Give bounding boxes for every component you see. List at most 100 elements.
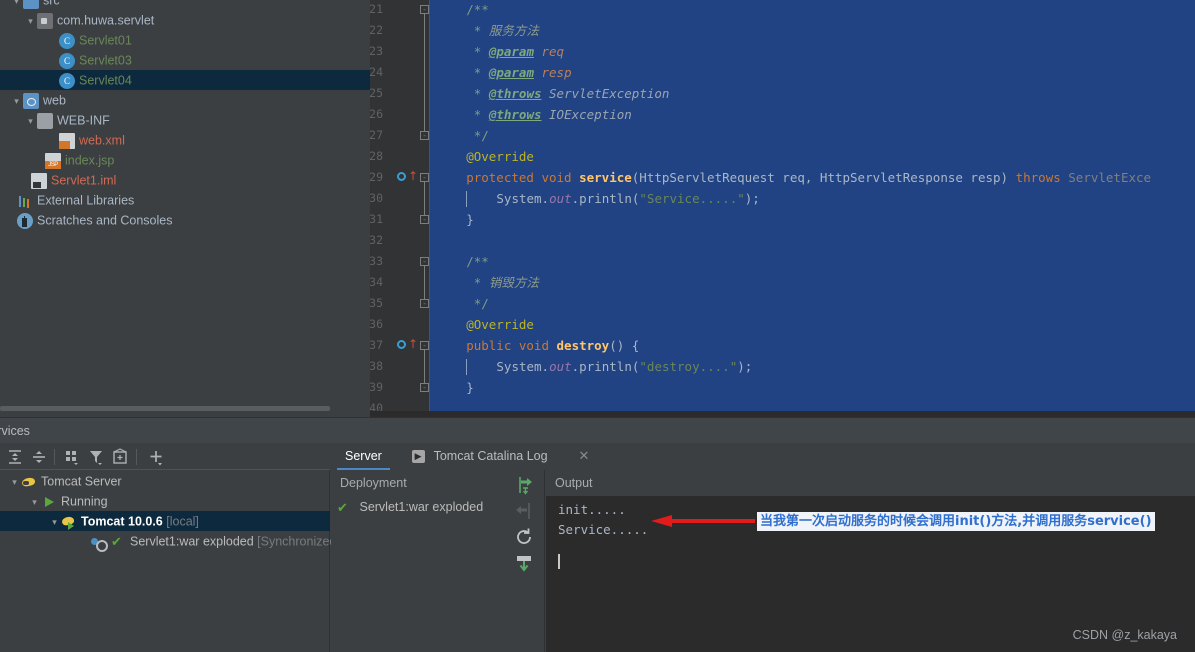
code-fold-toggle[interactable]: - xyxy=(420,341,429,350)
code-token: ServletException xyxy=(541,86,670,101)
code-line[interactable]: /** xyxy=(466,0,489,20)
code-token: @throws xyxy=(488,107,542,122)
code-token: * xyxy=(473,23,489,38)
chevron-down-icon[interactable]: ▾ xyxy=(48,512,61,532)
services-tree-item[interactable]: ▾ Tomcat Server xyxy=(0,471,330,491)
redeploy-icon[interactable] xyxy=(513,526,535,548)
code-line[interactable]: System.out.println("Service....."); xyxy=(496,188,759,209)
code-line[interactable]: * @param req xyxy=(474,41,564,62)
code-token: out xyxy=(549,191,572,206)
services-tree[interactable]: ▾ Tomcat Server ▾ Running ▾ Tomcat 10.0.6 [lo… xyxy=(0,471,340,552)
code-line[interactable]: public void destroy() { xyxy=(466,335,639,356)
line-number: 28 xyxy=(370,149,383,163)
code-fold-toggle[interactable]: - xyxy=(420,383,429,392)
add-service-icon[interactable] xyxy=(146,447,166,467)
services-tree-item-label: Running xyxy=(61,494,108,509)
line-number: 27 xyxy=(370,128,383,142)
toolbar-separator-2 xyxy=(136,449,137,465)
code-fold-toggle[interactable]: - xyxy=(420,5,429,14)
project-tree-item[interactable]: ▾ src xyxy=(0,0,370,10)
chevron-down-icon[interactable]: ▾ xyxy=(24,111,37,131)
code-line[interactable]: */ xyxy=(474,125,489,146)
project-tree-item-label: External Libraries xyxy=(37,193,135,208)
code-token: @Override xyxy=(466,149,534,164)
services-tree-item[interactable]: ▾ Tomcat 10.0.6 [local] xyxy=(0,511,330,531)
project-tree-item[interactable]: ▾ web xyxy=(0,90,370,110)
line-number: 29 xyxy=(370,170,383,184)
code-token: @param xyxy=(488,44,534,59)
code-line[interactable]: * 销毁方法 xyxy=(474,272,539,293)
code-token: .println( xyxy=(571,191,640,206)
code-fold-toggle[interactable]: - xyxy=(420,131,429,140)
code-line[interactable]: protected void service(HttpServletReques… xyxy=(466,167,1151,188)
services-tree-item-label: Servlet1:war exploded xyxy=(130,534,254,549)
code-fold-toggle[interactable]: - xyxy=(420,299,429,308)
services-tab-server[interactable]: Server xyxy=(337,443,390,470)
override-method-icon[interactable] xyxy=(397,172,406,181)
project-tree-item[interactable]: index.jsp xyxy=(0,150,370,170)
project-tool-window[interactable]: ▾ src ▾ com.huwa.servlet C Servlet01 C Servlet0… xyxy=(0,0,370,411)
project-tree-item[interactable]: Scratches and Consoles xyxy=(0,210,370,230)
code-line[interactable]: * @throws ServletException xyxy=(474,83,670,104)
code-token: ServletExce xyxy=(1060,170,1152,185)
close-icon[interactable]: ✕ xyxy=(579,443,590,469)
line-number: 39 xyxy=(370,380,383,394)
line-number: 31 xyxy=(370,212,383,226)
expand-all-icon[interactable] xyxy=(5,447,25,467)
project-tree-item[interactable]: C Servlet01 xyxy=(0,30,370,50)
code-token: .println( xyxy=(571,359,640,374)
code-line[interactable]: * @param resp xyxy=(474,62,572,83)
watermark: CSDN @z_kakaya xyxy=(1072,628,1177,642)
project-tree-item[interactable]: ▾ WEB-INF xyxy=(0,110,370,130)
code-line[interactable]: */ xyxy=(474,293,489,314)
services-tool-window-header: Services xyxy=(0,417,1195,443)
show-configurations-icon[interactable] xyxy=(110,447,130,467)
project-tree-item[interactable]: C Servlet03 xyxy=(0,50,370,70)
folder-blue-icon xyxy=(23,0,39,9)
project-tree-item[interactable]: ▾ com.huwa.servlet xyxy=(0,10,370,30)
code-fold-toggle[interactable]: - xyxy=(420,215,429,224)
override-method-icon[interactable] xyxy=(397,340,406,349)
chevron-down-icon[interactable]: ▾ xyxy=(10,91,23,111)
code-line[interactable]: * @throws IOException xyxy=(474,104,632,125)
chevron-down-icon[interactable]: ▾ xyxy=(28,492,41,512)
line-number: 21 xyxy=(370,2,383,16)
code-text-area[interactable]: /** * 服务方法 * @param req * @param resp * @thr… xyxy=(430,0,1195,411)
filter-icon[interactable] xyxy=(86,447,106,467)
project-tree-item[interactable]: External Libraries xyxy=(0,190,370,210)
group-by-icon[interactable] xyxy=(62,447,82,467)
project-tree-item[interactable]: web.xml xyxy=(0,130,370,150)
chevron-down-icon[interactable]: ▾ xyxy=(8,472,21,492)
code-line[interactable]: } xyxy=(466,209,474,230)
collapse-all-icon[interactable] xyxy=(29,447,49,467)
code-line[interactable]: System.out.println("destroy...."); xyxy=(496,356,752,377)
code-token: (HttpServletRequest req, HttpServletResp… xyxy=(631,170,1016,185)
chevron-down-icon[interactable]: ▾ xyxy=(24,11,37,31)
code-line[interactable]: @Override xyxy=(466,314,534,335)
artifact-icon xyxy=(91,534,108,552)
code-fold-toggle[interactable]: - xyxy=(420,173,429,182)
code-line[interactable]: * 服务方法 xyxy=(474,20,539,41)
project-tree-item[interactable]: C Servlet04 xyxy=(0,70,370,90)
folder-icon xyxy=(37,112,53,129)
line-number: 33 xyxy=(370,254,383,268)
code-editor[interactable]: /** * 服务方法 * @param req * @param resp * @thr… xyxy=(370,0,1195,411)
code-line[interactable]: /** xyxy=(466,251,489,272)
download-icon[interactable] xyxy=(513,552,535,574)
iml-file-icon xyxy=(31,172,47,189)
code-token: ); xyxy=(737,359,753,374)
code-token: System. xyxy=(496,191,550,206)
services-tab-tomcat-catalina-log[interactable]: Tomcat Catalina Log xyxy=(426,443,556,470)
code-line[interactable]: @Override xyxy=(466,146,534,167)
services-tree-item[interactable]: Servlet1:war exploded [Synchronized] xyxy=(0,531,340,552)
editor-gutter[interactable]: 21 22 23 24 25 26 27 28 29 30 31 32 33 34 35 36 37 38 39 40… xyxy=(370,0,430,411)
project-tree-item[interactable]: Servlet1.iml xyxy=(0,170,370,190)
line-number: 36 xyxy=(370,317,383,331)
code-token: destroy xyxy=(556,338,610,353)
services-tree-item[interactable]: ▾ Running xyxy=(0,491,330,511)
code-fold-toggle[interactable]: - xyxy=(420,257,429,266)
deploy-icon[interactable] xyxy=(513,474,535,496)
code-line[interactable]: } xyxy=(466,377,474,398)
line-number: 24 xyxy=(370,65,383,79)
